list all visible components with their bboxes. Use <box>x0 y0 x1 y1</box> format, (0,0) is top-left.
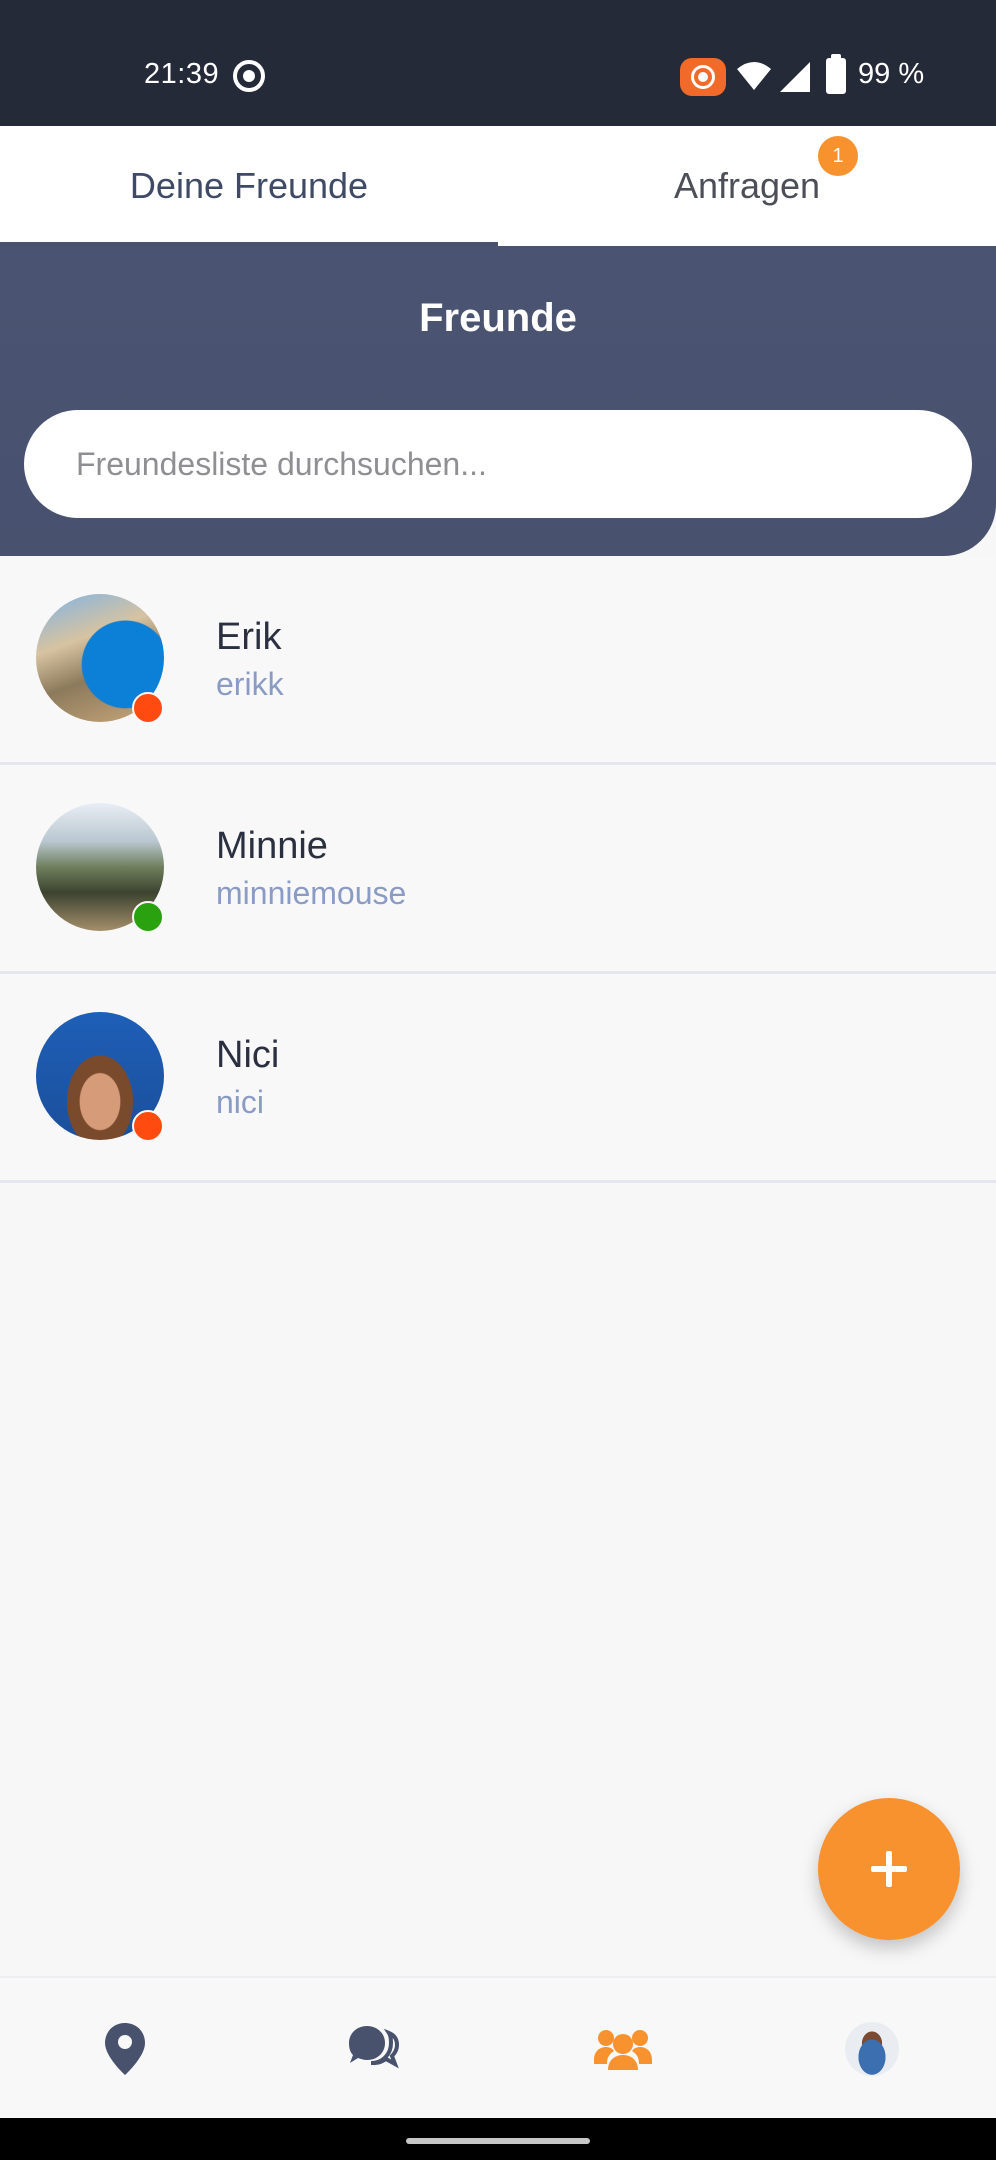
friend-name: Nici <box>216 1034 280 1076</box>
requests-badge: 1 <box>818 136 858 176</box>
tab-deine-freunde[interactable]: Deine Freunde <box>0 126 498 246</box>
wifi-icon <box>737 62 771 90</box>
record-icon <box>233 60 265 92</box>
chat-bubbles-icon <box>348 2026 399 2069</box>
tab-bar: Deine Freunde Anfragen 1 <box>0 126 996 246</box>
friend-name: Erik <box>216 616 282 658</box>
friend-username: nici <box>216 1084 265 1120</box>
friend-row-minnie[interactable]: Minnie minniemouse <box>0 765 996 974</box>
profile-avatar <box>844 2022 899 2076</box>
friend-username: minniemouse <box>216 875 407 911</box>
friend-username: erikk <box>216 666 284 702</box>
friend-row-erik[interactable]: Erik erikk <box>0 556 996 765</box>
tab-anfragen[interactable]: Anfragen <box>498 126 996 246</box>
status-bar: 21:39 99 % <box>0 0 996 126</box>
home-indicator[interactable] <box>406 2138 590 2144</box>
nav-chat[interactable] <box>249 1978 498 2120</box>
friend-list: Erik erikk Minnie minniemouse Nici nici <box>0 556 996 1183</box>
friends-icon <box>593 2030 652 2070</box>
nav-map[interactable] <box>0 1978 249 2120</box>
nav-profile[interactable] <box>747 1978 996 2120</box>
add-friend-button[interactable] <box>818 1798 960 1940</box>
plus-icon <box>871 1851 907 1887</box>
status-offline-dot <box>132 1110 164 1142</box>
signal-icon <box>780 62 810 92</box>
friends-header: Freunde <box>0 246 996 556</box>
status-offline-dot <box>132 692 164 724</box>
battery-percent: 99 % <box>858 58 925 90</box>
search-input[interactable] <box>24 410 972 518</box>
battery-icon <box>826 54 846 94</box>
nav-friends[interactable] <box>498 1978 747 2120</box>
page-title: Freunde <box>419 296 577 340</box>
friend-name: Minnie <box>216 825 328 867</box>
status-online-dot <box>132 901 164 933</box>
cast-icon <box>680 58 726 96</box>
map-pin-icon <box>104 2023 145 2075</box>
status-time: 21:39 <box>144 58 220 90</box>
friend-row-nici[interactable]: Nici nici <box>0 974 996 1183</box>
bottom-nav <box>0 1976 996 2118</box>
